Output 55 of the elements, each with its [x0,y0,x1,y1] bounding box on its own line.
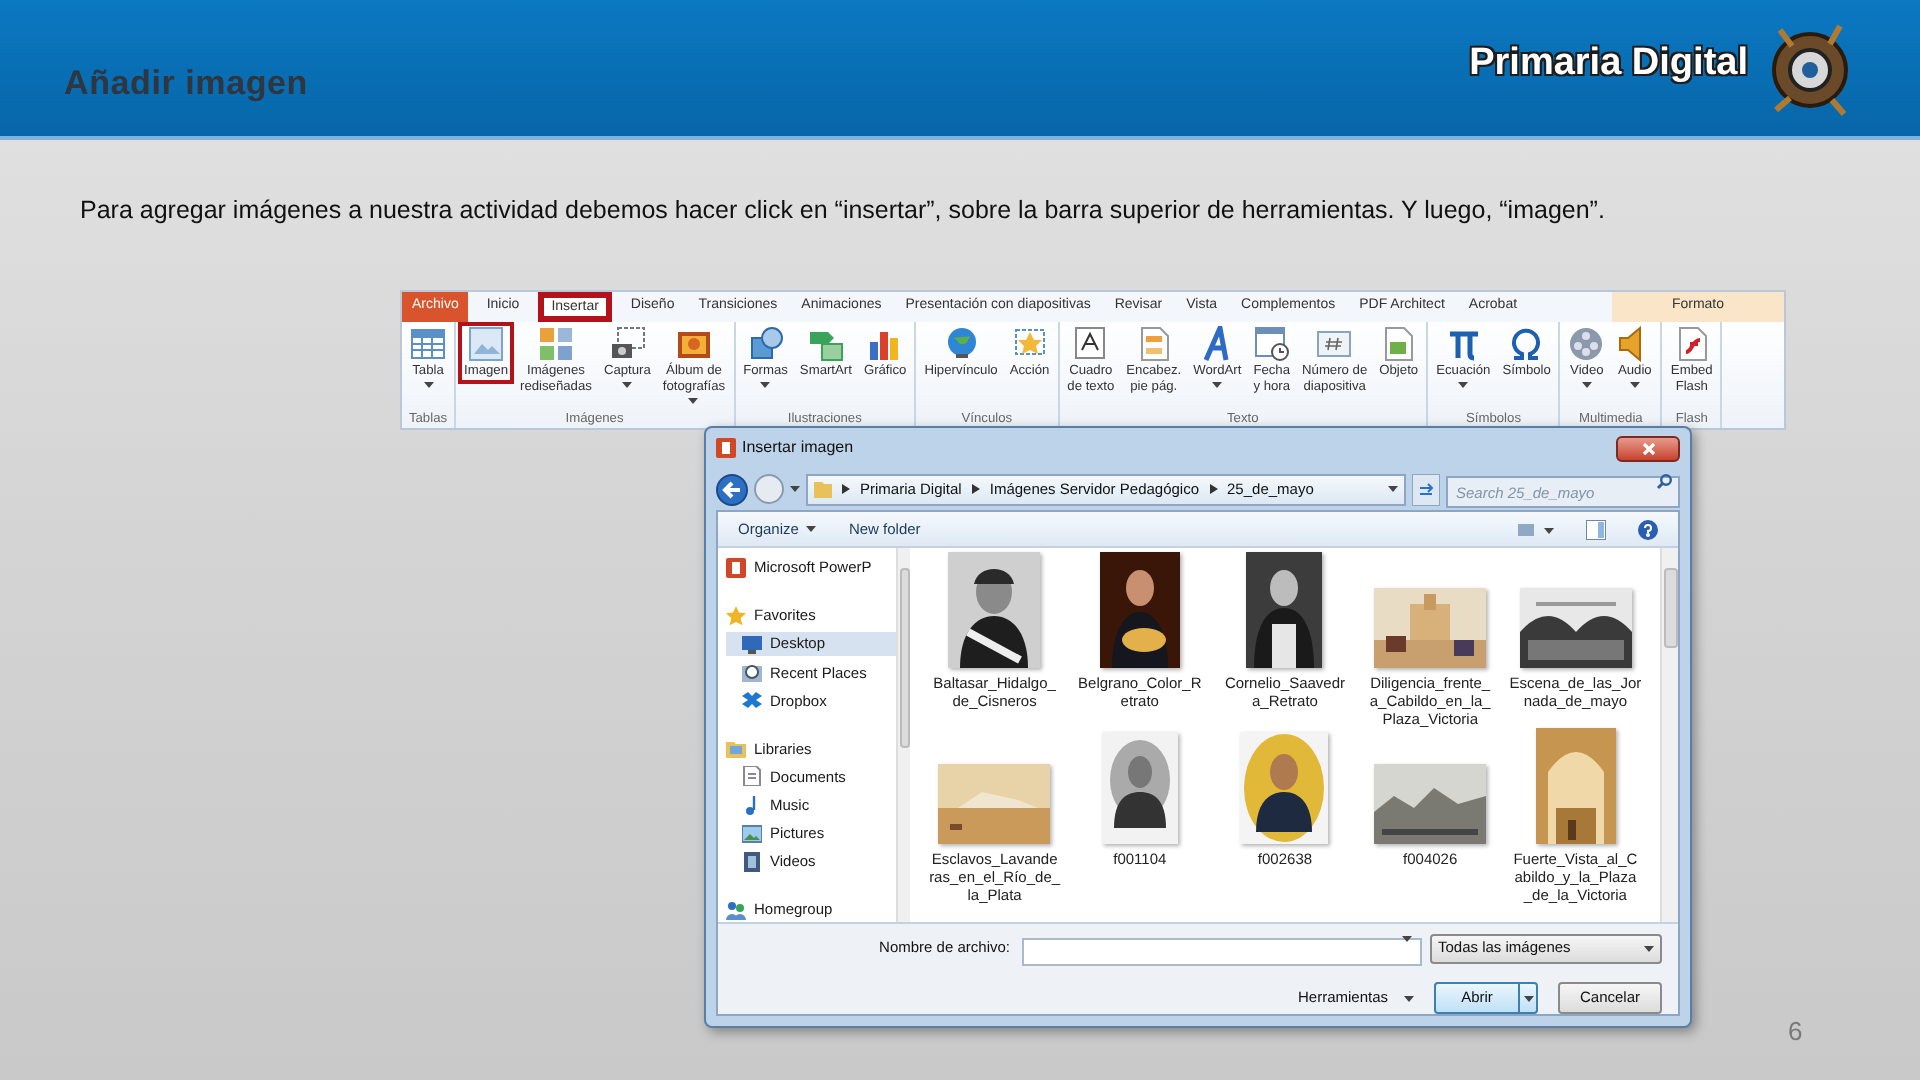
close-icon [1641,441,1655,455]
smartart-icon [807,326,844,362]
caret-icon [1404,995,1414,1001]
view-icon [1518,521,1554,537]
table-icon [410,326,446,362]
caret-icon [1388,486,1398,492]
instruction-text: Para agregar imágenes a nuestra actividad debemos hacer click en “insertar”, sobre la barra superior de herramientas. Y luego, “imagen”. [80,194,1607,228]
people-icon [726,899,746,920]
preview-pane-icon [1586,519,1606,539]
omega-icon [1508,326,1545,362]
hash-icon [1316,326,1353,362]
chevron-icon [842,484,850,494]
monitor-icon [742,634,762,655]
film-reel-icon [1568,326,1605,362]
photo-album-icon [675,326,712,362]
camera-icon [609,326,646,362]
calendar-icon [1253,326,1290,362]
folder-icon [814,480,832,498]
film-icon [742,852,762,873]
file-name-field[interactable] [1022,937,1422,965]
image-icon [468,326,504,362]
landscape-icon [742,823,762,844]
caret-icon [1402,936,1412,942]
app-icon [716,438,736,458]
close-button[interactable] [1616,435,1680,461]
image-grid-icon [537,326,574,362]
chevron-icon [1209,484,1218,494]
caret-icon [1523,995,1533,1001]
page-number: 6 [1788,1014,1803,1050]
slide-title: Añadir imagen [64,62,308,107]
chevron-icon [971,484,980,494]
globe-icon [943,326,980,362]
caret-icon [806,526,817,532]
document-icon [1380,326,1417,362]
forward-circle-icon [754,474,784,504]
clock-folder-icon [742,662,762,683]
refresh-icon [1412,473,1440,505]
library-folder-icon [726,738,746,759]
scrollbar[interactable] [896,548,910,922]
brand-logo-text: Primaria Digital [1469,39,1748,88]
app-icon [726,558,746,579]
document-icon [742,766,762,787]
search-icon [1656,473,1672,489]
pi-icon [1445,326,1482,362]
caret-icon [1644,945,1654,951]
dialog-title: Insertar imagen [742,436,854,460]
star-icon [726,605,746,626]
help-icon [1638,519,1658,539]
document-icon [1135,326,1172,362]
shapes-icon [747,326,784,362]
flash-file-icon [1673,326,1710,362]
text-box-icon [1072,326,1109,362]
bar-chart-icon [867,326,904,362]
scrollbar[interactable] [1660,548,1678,922]
caret-icon [790,486,800,492]
